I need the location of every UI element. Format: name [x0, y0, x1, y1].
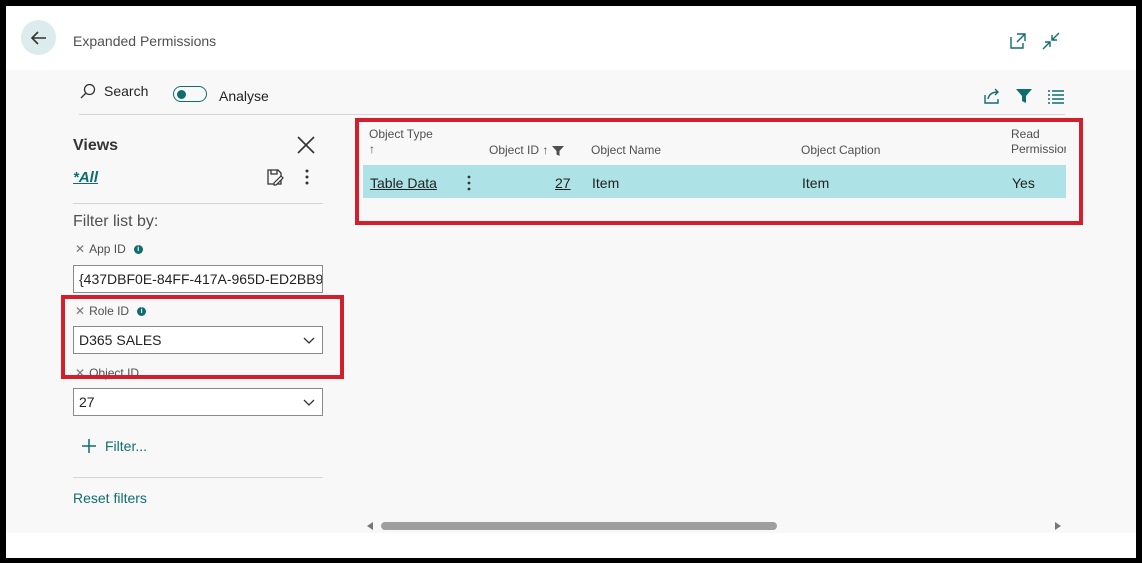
- info-icon[interactable]: i: [137, 306, 147, 316]
- remove-filter-icon[interactable]: ✕: [75, 304, 85, 318]
- object-name-cell: Item: [592, 175, 620, 191]
- app-window: Expanded Permissions Search Analyse View…: [6, 6, 1136, 558]
- app-id-field[interactable]: {437DBF0E-84FF-417A-965D-ED2BB9650972}: [73, 265, 323, 293]
- analyse-toggle[interactable]: [173, 86, 207, 102]
- views-title: Views: [73, 137, 119, 154]
- analyse-label: Analyse: [219, 88, 269, 104]
- object-id-dropdown[interactable]: 27: [73, 388, 323, 416]
- column-header-label: Read: [1011, 127, 1040, 141]
- more-options-icon[interactable]: [302, 167, 312, 187]
- remove-filter-icon[interactable]: ✕: [75, 242, 85, 256]
- search-button[interactable]: Search: [79, 82, 148, 100]
- scroll-right-icon[interactable]: [1053, 521, 1063, 531]
- back-button[interactable]: [21, 20, 56, 55]
- object-type-cell[interactable]: Table Data: [370, 175, 437, 191]
- column-header-object-name[interactable]: Object Name: [591, 143, 661, 158]
- column-header-label: Object Type: [369, 127, 433, 141]
- filter-label-text: Role ID: [89, 304, 130, 318]
- column-header-object-id[interactable]: Object ID ↑: [489, 143, 565, 158]
- filter-label-text: App ID: [89, 242, 126, 256]
- column-header-label-line2: Permission: [1011, 142, 1066, 156]
- open-new-window-icon[interactable]: [1008, 31, 1028, 51]
- filter-icon[interactable]: [1015, 87, 1033, 105]
- page-title: Expanded Permissions: [73, 33, 217, 49]
- info-icon[interactable]: i: [133, 244, 143, 254]
- collapse-icon[interactable]: [1041, 31, 1061, 51]
- role-id-dropdown[interactable]: D365 SALES: [73, 326, 323, 354]
- save-view-icon[interactable]: [266, 168, 284, 186]
- content-area: [6, 70, 1136, 533]
- scroll-left-icon[interactable]: [365, 521, 375, 531]
- view-all-link[interactable]: *All: [73, 169, 98, 186]
- filter-label-app-id: ✕ App ID i: [75, 242, 143, 256]
- close-icon[interactable]: [296, 135, 316, 155]
- filter-list-heading: Filter list by:: [73, 213, 159, 230]
- chevron-down-icon: [303, 399, 315, 406]
- divider: [73, 203, 323, 204]
- remove-filter-icon[interactable]: ✕: [75, 366, 85, 380]
- action-bar: Search Analyse: [79, 78, 1065, 115]
- list-view-icon[interactable]: [1047, 87, 1065, 105]
- read-permission-cell: Yes: [1012, 175, 1035, 191]
- footer-strip: [6, 533, 1136, 558]
- column-header-object-caption[interactable]: Object Caption: [801, 143, 880, 158]
- scrollbar-thumb[interactable]: [381, 522, 777, 530]
- object-id-value: 27: [79, 394, 95, 410]
- filter-label-role-id: ✕ Role ID i: [75, 304, 147, 318]
- arrow-left-icon: [30, 30, 46, 45]
- search-label: Search: [104, 83, 149, 99]
- filter-icon: [552, 146, 565, 156]
- page-header: Expanded Permissions: [6, 6, 1136, 70]
- object-id-cell[interactable]: 27: [555, 175, 571, 191]
- row-more-options-icon[interactable]: [465, 174, 473, 192]
- reset-filters-link[interactable]: Reset filters: [73, 490, 147, 506]
- column-header-read-permission[interactable]: Read Permission: [1011, 127, 1066, 157]
- sort-arrow: ↑: [369, 142, 375, 156]
- plus-icon: [82, 439, 96, 453]
- column-header-object-type[interactable]: Object Type ↑: [369, 127, 433, 157]
- toggle-knob: [177, 89, 186, 99]
- share-icon[interactable]: [983, 87, 1001, 105]
- column-header-label: Object ID ↑: [489, 143, 549, 157]
- chevron-down-icon: [303, 337, 315, 344]
- divider: [73, 477, 323, 478]
- search-icon: [80, 83, 96, 99]
- role-id-value: D365 SALES: [79, 332, 162, 348]
- add-filter-button[interactable]: Filter...: [81, 438, 147, 454]
- add-filter-label: Filter...: [105, 438, 148, 454]
- filter-label-object-id: ✕ Object ID: [75, 366, 139, 380]
- object-caption-cell: Item: [802, 175, 830, 191]
- filter-label-text: Object ID: [89, 366, 140, 380]
